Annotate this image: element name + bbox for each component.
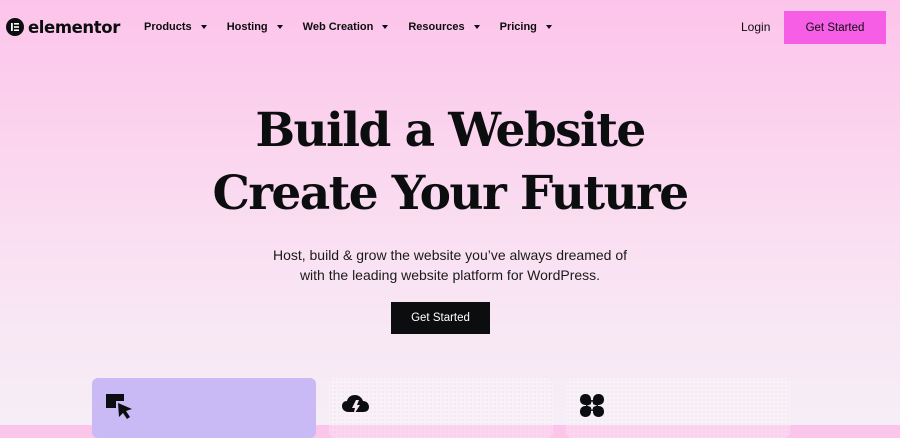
main-nav: Products Hosting Web Creation Resources … — [144, 21, 572, 33]
feature-card-website-builder[interactable] — [92, 378, 316, 438]
hero-headline-line-1: Build a Website — [255, 103, 646, 158]
feature-card-ai[interactable] — [566, 378, 790, 438]
nav-item-web-creation[interactable]: Web Creation — [303, 21, 389, 33]
feature-card-hosting[interactable] — [329, 378, 553, 438]
nav-item-label: Resources — [408, 21, 465, 33]
logo-wordmark: elementor — [28, 17, 120, 37]
chevron-down-icon — [545, 25, 552, 29]
login-link[interactable]: Login — [741, 20, 770, 34]
nav-item-label: Products — [144, 21, 192, 33]
cursor-click-icon — [104, 392, 134, 420]
nav-item-label: Hosting — [226, 21, 268, 33]
nav-item-products[interactable]: Products — [144, 21, 207, 33]
chevron-down-icon — [200, 25, 207, 29]
site-header: elementor Products Hosting Web Creation … — [0, 0, 900, 56]
elementor-logo-icon — [6, 18, 24, 36]
cloud-lightning-icon — [341, 392, 371, 420]
hero-headline-line-2: Create Your Future — [212, 166, 689, 221]
hero-subtitle-line-1: Host, build & grow the website you’ve al… — [272, 247, 628, 263]
header-get-started-button[interactable]: Get Started — [784, 11, 886, 44]
hero-get-started-button[interactable]: Get Started — [391, 302, 490, 334]
nav-item-resources[interactable]: Resources — [408, 21, 480, 33]
elementor-logo[interactable]: elementor — [6, 17, 120, 37]
chevron-down-icon — [382, 25, 389, 29]
chevron-down-icon — [473, 25, 480, 29]
nav-item-pricing[interactable]: Pricing — [500, 21, 552, 33]
hero-subtitle-line-2: with the leading website platform for Wo… — [299, 267, 601, 283]
chevron-down-icon — [276, 25, 283, 29]
nav-item-label: Pricing — [499, 21, 537, 33]
nav-item-hosting[interactable]: Hosting — [227, 21, 283, 33]
sparkle-grid-icon — [578, 392, 608, 420]
nav-item-label: Web Creation — [302, 21, 374, 33]
